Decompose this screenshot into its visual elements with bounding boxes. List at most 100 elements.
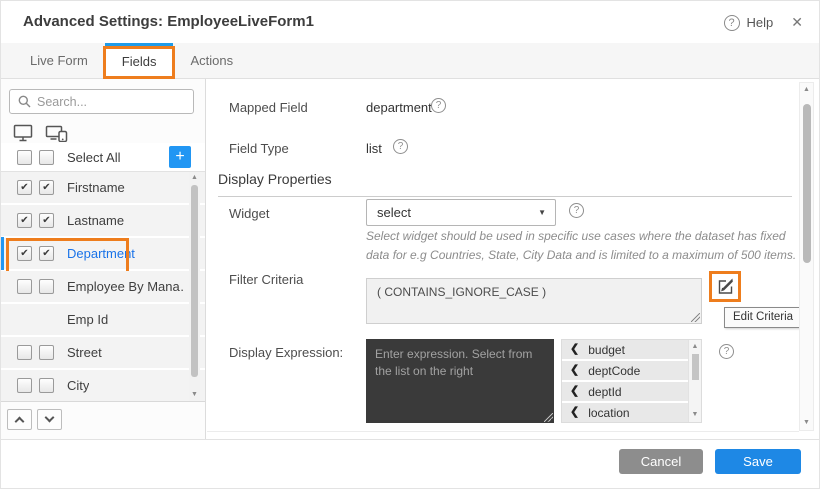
field-checkbox-2[interactable]: ✔ <box>39 180 54 195</box>
display-expression-placeholder: Enter expression. Select from the list o… <box>375 346 545 381</box>
select-all-checkbox-1[interactable] <box>17 150 32 165</box>
field-row-city[interactable]: City <box>1 370 205 401</box>
field-row-employee-by-mana-[interactable]: Employee By Mana… <box>1 271 205 302</box>
field-checkbox-2[interactable] <box>39 378 54 393</box>
search-input[interactable] <box>37 95 185 109</box>
field-checkbox-2[interactable] <box>39 279 54 294</box>
resize-handle[interactable] <box>691 313 700 322</box>
header-actions: ? Help ✕ <box>724 14 803 31</box>
scroll-up-icon[interactable]: ▲ <box>189 173 200 183</box>
select-all-row: Select All + <box>1 143 205 171</box>
insert-chevron-icon: ❮ <box>570 382 579 401</box>
search-box[interactable] <box>9 89 194 114</box>
dialog-title: Advanced Settings: EmployeeLiveForm1 <box>23 13 314 30</box>
display-properties-heading: Display Properties <box>218 171 792 197</box>
tab-bar: Live Form Fields Actions <box>1 43 819 79</box>
field-label: Lastname <box>67 213 124 228</box>
mapped-field-label: Mapped Field <box>229 100 308 115</box>
resize-handle[interactable] <box>544 413 553 422</box>
dialog-footer: Cancel Save <box>1 439 819 488</box>
widget-label: Widget <box>229 206 269 221</box>
expression-list-scrollbar[interactable]: ▲ ▼ <box>688 340 701 422</box>
tab-actions[interactable]: Actions <box>173 43 250 79</box>
chevron-up-icon <box>15 417 25 427</box>
expression-field-deptCode[interactable]: ❮ deptCode <box>562 361 688 380</box>
field-checkbox-1[interactable]: ✔ <box>17 246 32 261</box>
field-checkbox-1[interactable] <box>17 345 32 360</box>
select-all-checkbox-2[interactable] <box>39 150 54 165</box>
field-checkbox-1[interactable]: ✔ <box>17 180 32 195</box>
field-row-emp-id[interactable]: Emp Id <box>1 304 205 335</box>
display-expression-help-icon[interactable]: ? <box>719 344 734 359</box>
field-row-street[interactable]: Street <box>1 337 205 368</box>
sidebar-scrollbar[interactable]: ▲ ▼ <box>189 172 200 401</box>
scrollbar-thumb[interactable] <box>191 185 198 377</box>
field-list: ✔ ✔ Firstname ✔ ✔ Lastname ✔ ✔ Departmen… <box>1 171 205 402</box>
expression-field-label: budget <box>588 343 625 357</box>
expression-field-deptId[interactable]: ❮ deptId <box>562 382 688 401</box>
scroll-down-icon[interactable]: ▼ <box>689 410 701 420</box>
device-toggle-group <box>13 122 68 144</box>
expression-field-location[interactable]: ❮ location <box>562 403 688 422</box>
tab-live-form[interactable]: Live Form <box>13 43 105 79</box>
main-scrollbar[interactable]: ▲ ▼ <box>799 82 814 431</box>
field-label: Street <box>67 345 102 360</box>
add-field-button[interactable]: + <box>169 146 191 168</box>
move-up-button[interactable] <box>7 409 32 430</box>
field-type-help-icon[interactable]: ? <box>393 139 408 154</box>
scroll-up-icon[interactable]: ▲ <box>800 85 813 95</box>
field-checkbox-2[interactable]: ✔ <box>39 246 54 261</box>
content-divider <box>207 431 799 432</box>
expression-field-list: ❮ budget ❮ deptCode ❮ deptId ❮ location … <box>561 339 702 423</box>
filter-criteria-label: Filter Criteria <box>229 272 303 287</box>
field-row-lastname[interactable]: ✔ ✔ Lastname <box>1 205 205 236</box>
expression-field-label: deptCode <box>588 364 640 378</box>
filter-criteria-textarea[interactable]: ( CONTAINS_IGNORE_CASE ) <box>366 278 702 324</box>
move-down-button[interactable] <box>37 409 62 430</box>
cancel-button[interactable]: Cancel <box>619 449 703 474</box>
field-row-firstname[interactable]: ✔ ✔ Firstname <box>1 172 205 203</box>
insert-chevron-icon: ❮ <box>570 361 579 380</box>
mapped-field-help-icon[interactable]: ? <box>431 98 446 113</box>
scroll-down-icon[interactable]: ▼ <box>800 418 813 428</box>
search-icon <box>18 95 31 108</box>
fields-sidebar: Select All + ✔ ✔ Firstname ✔ ✔ Lastname … <box>1 79 206 439</box>
scroll-up-icon[interactable]: ▲ <box>689 342 701 352</box>
save-button[interactable]: Save <box>715 449 801 474</box>
filter-criteria-value: ( CONTAINS_IGNORE_CASE ) <box>377 285 546 299</box>
field-checkbox-1[interactable] <box>17 279 32 294</box>
display-expression-label: Display Expression: <box>229 345 343 360</box>
edit-criteria-button[interactable] <box>714 276 736 298</box>
help-link[interactable]: Help <box>747 15 774 30</box>
scrollbar-thumb[interactable] <box>803 104 811 263</box>
display-expression-textarea[interactable]: Enter expression. Select from the list o… <box>366 339 554 423</box>
dialog-header: Advanced Settings: EmployeeLiveForm1 ? H… <box>1 1 819 43</box>
tab-fields[interactable]: Fields <box>105 43 174 79</box>
dialog-body: Select All + ✔ ✔ Firstname ✔ ✔ Lastname … <box>1 79 819 439</box>
field-checkbox-2[interactable]: ✔ <box>39 213 54 228</box>
advanced-settings-dialog: Advanced Settings: EmployeeLiveForm1 ? H… <box>0 0 820 489</box>
expression-field-budget[interactable]: ❮ budget <box>562 340 688 359</box>
expression-field-label: location <box>588 406 629 420</box>
edit-criteria-annotation <box>709 271 741 302</box>
scroll-down-icon[interactable]: ▼ <box>189 390 200 400</box>
insert-chevron-icon: ❮ <box>570 403 579 422</box>
widget-help-icon[interactable]: ? <box>569 203 584 218</box>
field-label: Emp Id <box>67 312 108 327</box>
help-icon[interactable]: ? <box>724 15 740 31</box>
field-reorder-controls <box>7 409 62 430</box>
field-checkbox-2[interactable] <box>39 345 54 360</box>
edit-pencil-icon <box>716 277 735 296</box>
close-icon[interactable]: ✕ <box>791 14 803 31</box>
select-all-label: Select All <box>67 150 120 165</box>
field-checkbox-1[interactable]: ✔ <box>17 213 32 228</box>
field-checkbox-1[interactable] <box>17 378 32 393</box>
scrollbar-thumb[interactable] <box>692 354 699 380</box>
widget-select[interactable]: select ▼ <box>366 199 556 226</box>
mobile-devices-icon[interactable] <box>45 124 68 142</box>
field-properties-panel: Mapped Field department ? Field Type lis… <box>207 79 819 439</box>
field-row-department[interactable]: ✔ ✔ Department <box>1 238 205 269</box>
desktop-icon[interactable] <box>13 124 33 142</box>
edit-criteria-tooltip: Edit Criteria <box>724 307 802 328</box>
field-type-label: Field Type <box>229 141 289 156</box>
